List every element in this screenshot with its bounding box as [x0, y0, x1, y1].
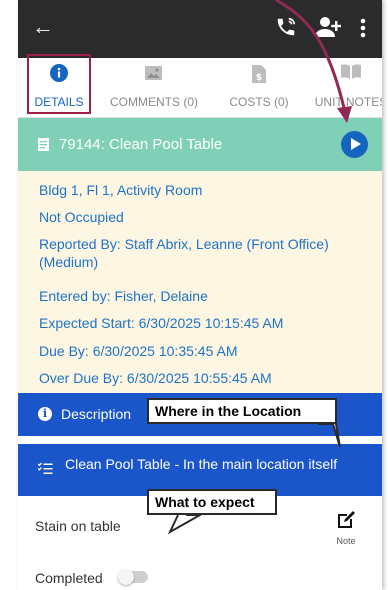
task-label: Stain on table: [35, 518, 121, 534]
completed-toggle[interactable]: [118, 569, 148, 585]
edit-note-icon: [338, 511, 355, 528]
entered-by-text: Entered by: Fisher, Delaine: [39, 288, 208, 304]
info-icon: i: [38, 407, 52, 421]
callout-where-in-location: Where in the Location: [147, 398, 337, 424]
checklist-icon: [38, 462, 53, 474]
book-icon: [341, 64, 361, 79]
callout-what-to-expect: What to expect: [147, 489, 277, 515]
tab-costs-label: COSTS (0): [229, 95, 289, 109]
tab-unit-notes-label: UNIT NOTES: [314, 95, 382, 109]
back-arrow-icon[interactable]: ←: [32, 16, 54, 38]
phone-call-icon[interactable]: [275, 16, 297, 38]
tab-comments[interactable]: COMMENTS (0): [102, 58, 206, 116]
svg-text:$: $: [256, 73, 262, 83]
active-tab-highlight: [27, 54, 91, 114]
over-due-by-text: Over Due By: 6/30/2025 10:55:45 AM: [39, 370, 272, 386]
work-order-details: Bldg 1, Fl 1, Activity Room Not Occupied…: [18, 171, 382, 393]
app-screen: ← DETAILS COMMENTS (0) $ COSTS (0) UNIT …: [18, 0, 382, 590]
document-icon: [38, 138, 49, 151]
callout-pointer-expect: [167, 514, 204, 535]
add-person-icon[interactable]: [315, 16, 341, 38]
tab-costs[interactable]: $ COSTS (0): [218, 58, 300, 116]
expected-start-text: Expected Start: 6/30/2025 10:15:45 AM: [39, 315, 284, 331]
completed-label: Completed: [35, 570, 103, 586]
dollar-file-icon: $: [252, 65, 266, 83]
image-icon: [145, 66, 162, 80]
tab-unit-notes[interactable]: UNIT NOTES: [311, 58, 382, 116]
tab-comments-label: COMMENTS (0): [110, 95, 198, 109]
more-options-icon[interactable]: [360, 18, 366, 38]
description-text: Clean Pool Table - In the main location …: [65, 456, 338, 472]
note-label: Note: [336, 536, 356, 546]
location-text: Bldg 1, Fl 1, Activity Room: [39, 182, 203, 198]
work-order-title: 79144: Clean Pool Table: [59, 136, 223, 153]
play-button[interactable]: [341, 131, 368, 158]
work-order-header: 79144: Clean Pool Table: [18, 118, 382, 171]
app-top-bar: ←: [18, 0, 382, 58]
due-by-text: Due By: 6/30/2025 10:35:45 AM: [39, 343, 238, 359]
description-label: Description: [61, 406, 132, 422]
reported-by-text: Reported By: Staff Abrix, Leanne (Front …: [39, 236, 329, 270]
toggle-knob: [118, 569, 134, 585]
note-button[interactable]: Note: [329, 510, 363, 546]
occupancy-text: Not Occupied: [39, 209, 124, 225]
